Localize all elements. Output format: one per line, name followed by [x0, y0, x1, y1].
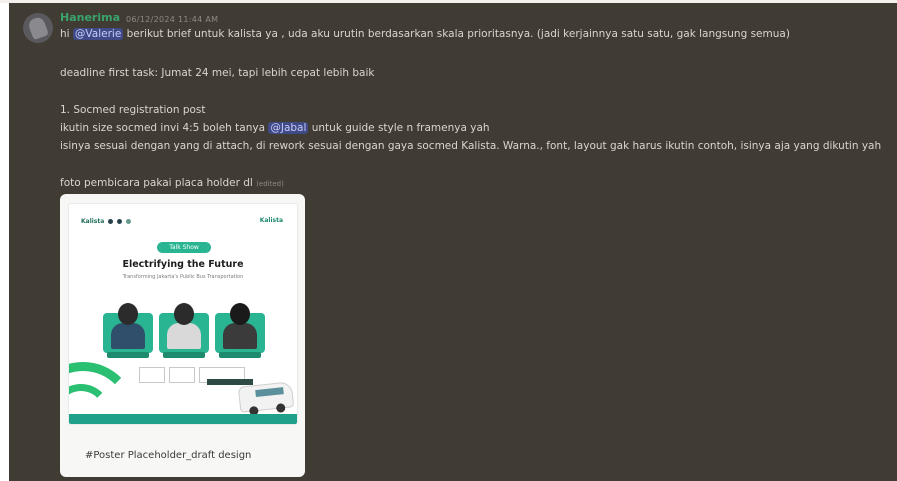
info-date-box — [139, 367, 165, 383]
speaker-head — [230, 303, 250, 325]
poster-logo-right: Kalista — [259, 217, 283, 224]
greeting-text: hi — [60, 28, 73, 40]
poster-logo-text: Kalista — [81, 218, 105, 225]
info-time-box — [169, 367, 195, 383]
bus-illustration — [237, 381, 295, 416]
message-line-photo: foto pembicara pakai placa holder dl (ed… — [60, 177, 284, 189]
message-line-task-title: 1. Socmed registration post — [60, 104, 206, 116]
poster-pill: Talk Show — [157, 242, 211, 253]
size-text: ikutin size socmed invi 4:5 boleh tanya — [60, 122, 269, 134]
mention-jabal[interactable]: @Jabal — [268, 122, 309, 134]
message-line-deadline: deadline first task: Jumat 24 mei, tapi … — [60, 67, 375, 79]
attachment-caption: #Poster Placeholder_draft design — [85, 450, 252, 461]
poster-title: Electrifying the Future — [122, 259, 244, 270]
chat-message-panel: Hanerima 06/12/2024 11:44 AM hi @Valerie… — [9, 3, 897, 481]
speaker-photo — [103, 299, 153, 359]
partner-logo-icon — [126, 219, 132, 224]
info-register-bar — [207, 379, 253, 385]
poster-bottom-band — [69, 414, 297, 424]
avatar-shape — [27, 15, 49, 41]
poster-image[interactable]: Kalista Kalista Talk Show Electrifying t… — [68, 203, 298, 425]
speaker-body — [167, 323, 201, 349]
photo-text: foto pembicara pakai placa holder dl — [60, 177, 253, 189]
speaker-tag — [219, 352, 261, 358]
bus-window — [255, 387, 284, 398]
brief-text: berikut brief untuk kalista ya , uda aku… — [123, 28, 790, 40]
speaker-head — [174, 303, 194, 325]
edited-marker: (edited) — [256, 180, 284, 188]
speaker-tag — [107, 352, 149, 358]
speaker-body — [111, 323, 145, 349]
message-line-greeting: hi @Valerie berikut brief untuk kalista … — [60, 28, 790, 40]
speaker-body — [223, 323, 257, 349]
speaker-tag — [163, 352, 205, 358]
poster-logos-left: Kalista — [81, 218, 132, 225]
message-header: Hanerima 06/12/2024 11:44 AM — [60, 8, 218, 24]
poster-subtitle: Transforming Jakarta's Public Bus Transp… — [122, 274, 244, 280]
partner-logo-icon — [108, 219, 114, 224]
avatar[interactable] — [23, 13, 53, 43]
guide-text: untuk guide style n framenya yah — [308, 122, 490, 134]
timestamp: 06/12/2024 11:44 AM — [126, 15, 219, 24]
bus-wheel — [275, 403, 286, 413]
speaker-photo — [159, 299, 209, 359]
message-line-size: ikutin size socmed invi 4:5 boleh tanya … — [60, 122, 490, 134]
partner-logo-icon — [117, 219, 123, 224]
message-line-content: isinya sesuai dengan yang di attach, di … — [60, 140, 882, 152]
username[interactable]: Hanerima — [60, 11, 120, 24]
speaker-head — [118, 303, 138, 325]
speaker-photo — [215, 299, 265, 359]
mention-valerie[interactable]: @Valerie — [72, 28, 124, 40]
image-attachment[interactable]: Kalista Kalista Talk Show Electrifying t… — [60, 194, 305, 477]
